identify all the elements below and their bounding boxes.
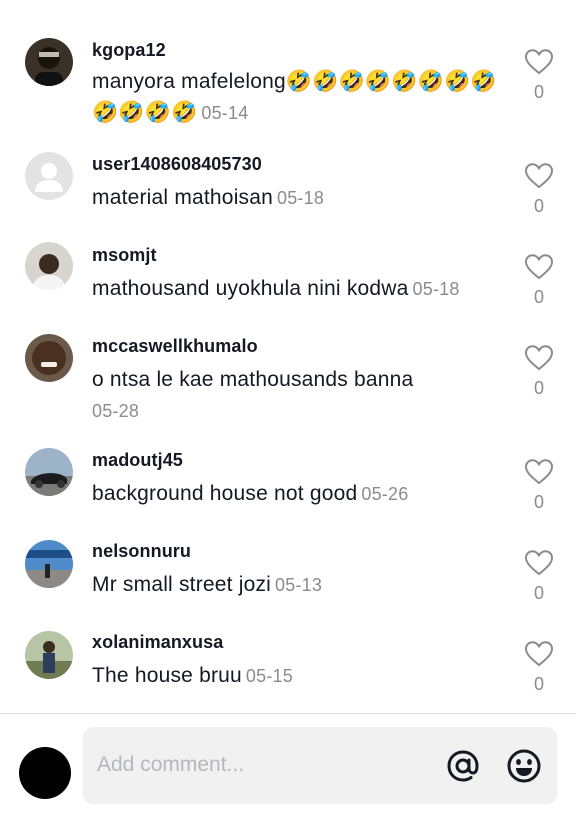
at-sign-icon (447, 750, 479, 782)
current-user-avatar[interactable] (19, 747, 71, 799)
like-count: 0 (533, 583, 544, 603)
like-button[interactable]: 0 (524, 162, 554, 217)
comment-body: manyora mafelelong🤣🤣🤣🤣🤣🤣🤣🤣🤣🤣🤣🤣 (92, 70, 497, 124)
comment-username[interactable]: nelsonnuru (92, 541, 191, 562)
comment-username[interactable]: mccaswellkhumalo (92, 336, 258, 357)
heart-icon (524, 641, 554, 667)
heart-icon (524, 254, 554, 280)
comment-text: o ntsa le kae mathousands banna 05-28 (92, 364, 512, 427)
like-count: 0 (533, 82, 544, 102)
comment-body: background house not good (92, 482, 358, 505)
comment-username[interactable]: msomjt (92, 245, 157, 266)
heart-icon (524, 163, 554, 189)
avatar[interactable] (25, 448, 73, 496)
like-button[interactable]: 0 (524, 48, 554, 103)
comment-body: The house bruu (92, 664, 242, 687)
comment-date: 05-26 (361, 484, 409, 504)
comment-text: mathousand uyokhula nini kodwa 05-18 (92, 273, 512, 305)
comment-date: 05-15 (245, 666, 293, 686)
avatar[interactable] (25, 540, 73, 588)
comment-list: kgopa12 manyora mafelelong🤣🤣🤣🤣🤣🤣🤣🤣🤣🤣🤣🤣 05… (0, 0, 576, 713)
comment-body: mathousand uyokhula nini kodwa (92, 277, 409, 300)
like-button[interactable]: 0 (524, 253, 554, 308)
like-count: 0 (533, 674, 544, 694)
avatar[interactable] (25, 334, 73, 382)
avatar[interactable] (25, 242, 73, 290)
comment-text: The house bruu 05-15 (92, 660, 512, 692)
avatar[interactable] (25, 152, 73, 200)
comment-text: Mr small street jozi 05-13 (92, 569, 512, 601)
comment-body: o ntsa le kae mathousands banna (92, 368, 414, 391)
like-button[interactable]: 0 (524, 344, 554, 399)
emoji-button[interactable] (506, 748, 542, 784)
comment-input[interactable] (97, 749, 427, 781)
comment-text: material mathoisan 05-18 (92, 182, 512, 214)
heart-icon (524, 459, 554, 485)
comment-text: manyora mafelelong🤣🤣🤣🤣🤣🤣🤣🤣🤣🤣🤣🤣 05-14 (92, 66, 512, 129)
comment-date: 05-14 (201, 103, 249, 123)
like-button[interactable]: 0 (524, 549, 554, 604)
comment-composer (0, 714, 576, 813)
comment-input-box[interactable] (83, 727, 557, 804)
comment-date: 05-28 (92, 401, 140, 421)
comment-username[interactable]: user1408608405730 (92, 154, 262, 175)
heart-icon (524, 49, 554, 75)
comment-text: background house not good 05-26 (92, 478, 512, 510)
like-count: 0 (533, 378, 544, 398)
like-count: 0 (533, 196, 544, 216)
like-count: 0 (533, 287, 544, 307)
heart-icon (524, 550, 554, 576)
comment-username[interactable]: xolanimanxusa (92, 632, 223, 653)
comment-username[interactable]: kgopa12 (92, 40, 166, 61)
like-button[interactable]: 0 (524, 640, 554, 695)
avatar[interactable] (25, 38, 73, 86)
comment-date: 05-13 (275, 575, 323, 595)
avatar[interactable] (25, 631, 73, 679)
comment-body: Mr small street jozi (92, 573, 272, 596)
comment-date: 05-18 (277, 188, 325, 208)
heart-icon (524, 345, 554, 371)
comment-username[interactable]: madoutj45 (92, 450, 183, 471)
comment-body: material mathoisan (92, 186, 274, 209)
like-button[interactable]: 0 (524, 458, 554, 513)
emoji-icon (507, 749, 541, 783)
mention-button[interactable] (445, 748, 481, 784)
comment-date: 05-18 (412, 279, 460, 299)
like-count: 0 (533, 492, 544, 512)
